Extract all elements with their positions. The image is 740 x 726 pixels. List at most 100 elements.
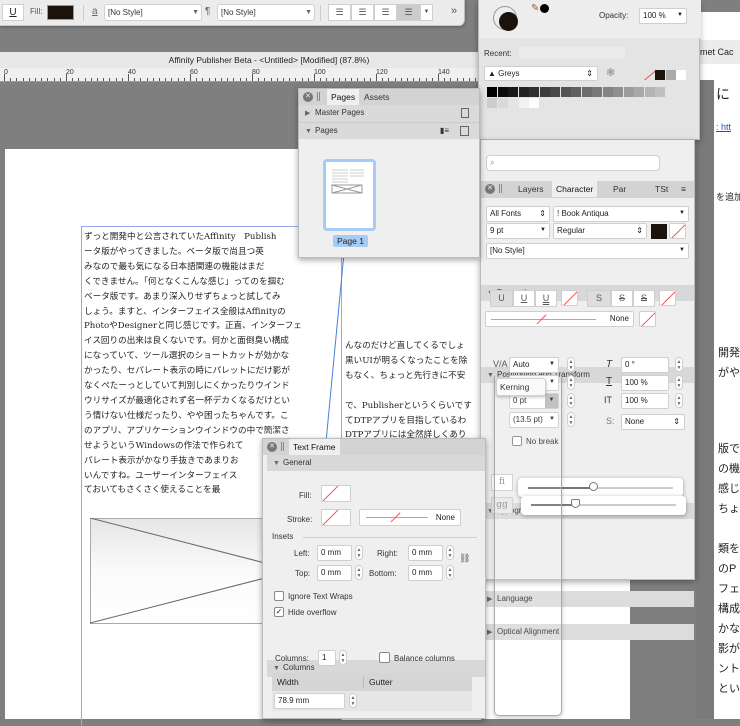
pages-section[interactable]: ▼ Pages ▮≡	[299, 122, 479, 139]
fill-none-swatch[interactable]	[321, 485, 351, 502]
swatch-grey[interactable]	[666, 70, 676, 80]
text-background-none-swatch[interactable]	[669, 223, 686, 239]
tab-text-styles[interactable]: TSt	[651, 181, 672, 197]
skew-stepper[interactable]: ▲ ▼	[675, 357, 683, 372]
strike-color-none[interactable]	[659, 290, 676, 306]
tab-character[interactable]: Character	[552, 181, 598, 197]
strike-off-button[interactable]: S	[587, 290, 611, 307]
grey-swatch[interactable]	[539, 87, 550, 97]
strike-double-button[interactable]: S	[633, 290, 655, 307]
alignment-dropdown[interactable]: ▼	[420, 4, 433, 21]
script-select[interactable]: None ⇕	[621, 414, 685, 430]
grey-swatch[interactable]	[497, 98, 508, 108]
skew-input[interactable]: 0 °	[621, 357, 669, 373]
swatch-white[interactable]	[676, 70, 686, 80]
hide-overflow-checkbox[interactable]: ✓	[274, 607, 284, 617]
page-label[interactable]: Page 1	[333, 235, 368, 247]
horizontal-scale-stepper[interactable]: ▲ ▼	[675, 393, 683, 408]
fill-swatch[interactable]	[47, 5, 74, 20]
tracking-stepper[interactable]: ▲ ▼	[567, 357, 575, 372]
vertical-scale-stepper[interactable]: ▲ ▼	[675, 375, 683, 390]
font-collection-select[interactable]: All Fonts ⇕	[486, 206, 550, 222]
decoration-line-style[interactable]: None	[485, 311, 634, 327]
general-section[interactable]: ▼ General	[267, 455, 485, 471]
top-inset-stepper[interactable]: ▲ ▼	[355, 565, 363, 580]
swatch-black[interactable]	[655, 70, 665, 80]
stroke-style[interactable]: None	[359, 509, 461, 526]
slider-knob[interactable]	[570, 499, 580, 508]
grey-swatch[interactable]	[529, 87, 539, 97]
grey-swatch[interactable]	[497, 87, 508, 97]
columns-stepper[interactable]: ▲ ▼	[339, 650, 347, 665]
grey-swatch[interactable]	[518, 87, 529, 97]
grey-swatch[interactable]	[487, 98, 497, 108]
page-options-icon[interactable]: ▮≡	[440, 123, 449, 139]
tab-paragraph[interactable]: Par	[609, 181, 630, 197]
close-icon[interactable]: ✕	[267, 442, 277, 452]
slider-knob[interactable]	[589, 482, 599, 491]
eyedropper-icon[interactable]: ✎	[531, 3, 539, 14]
page-thumbnail[interactable]	[323, 159, 376, 231]
grey-swatch[interactable]	[613, 87, 623, 97]
vertical-scale-input[interactable]: 100 %	[621, 375, 669, 391]
grey-swatch[interactable]	[560, 87, 571, 97]
grey-swatch[interactable]	[655, 87, 665, 97]
panel-menu-icon[interactable]: ≡	[677, 181, 690, 197]
horizontal-scale-input[interactable]: 100 %	[621, 393, 669, 409]
ignore-text-wraps-checkbox[interactable]	[274, 591, 284, 601]
grey-swatch[interactable]	[644, 87, 655, 97]
fill-color-circle[interactable]	[499, 12, 518, 31]
link[interactable]: : htt	[716, 122, 731, 132]
palette-options-icon[interactable]: ❃	[606, 66, 615, 79]
character-style-select[interactable]: [No Style] ▼	[486, 243, 689, 259]
palette-select[interactable]: ▲ Greys ⇕	[484, 66, 598, 81]
grey-swatch[interactable]	[508, 87, 518, 97]
grey-swatch[interactable]	[571, 87, 581, 97]
tracking-select[interactable]: Auto ▼	[509, 357, 559, 373]
grip-icon[interactable]	[281, 442, 284, 451]
tab-pages[interactable]: Pages	[327, 89, 360, 105]
column-width-stepper[interactable]: ▲ ▼	[349, 693, 357, 708]
align-right-button[interactable]: ☰	[374, 4, 397, 21]
scrollbar[interactable]	[696, 80, 714, 719]
right-inset-stepper[interactable]: ▲ ▼	[446, 545, 454, 560]
columns-input[interactable]: 1	[318, 650, 336, 666]
grip-icon[interactable]	[317, 92, 320, 101]
text-fill-swatch[interactable]	[651, 224, 667, 239]
none-swatch[interactable]	[644, 70, 655, 80]
tab-text-frame[interactable]: Text Frame	[289, 439, 340, 455]
opacity-select[interactable]: 100 % ▼	[639, 8, 687, 24]
bottom-inset-stepper[interactable]: ▲ ▼	[446, 565, 454, 580]
column-width-input[interactable]: 78.9 mm	[274, 693, 345, 709]
paragraph-style-select[interactable]: [No Style] ▼	[217, 4, 315, 21]
right-inset-input[interactable]: 0 mm	[408, 545, 443, 561]
stroke-none-swatch[interactable]	[321, 509, 351, 526]
align-left-button[interactable]: ☰	[328, 4, 351, 21]
left-inset-stepper[interactable]: ▲ ▼	[355, 545, 363, 560]
font-size-select[interactable]: 9 pt ▼	[486, 223, 550, 239]
grey-swatch[interactable]	[602, 87, 613, 97]
kerning-stepper[interactable]: ▲ ▼	[567, 375, 575, 390]
search-input[interactable]: ⌕	[486, 155, 660, 171]
grey-swatch[interactable]	[634, 87, 644, 97]
link-insets-icon[interactable]: ⛓	[459, 553, 470, 564]
master-pages-section[interactable]: ▶ Master Pages	[299, 105, 479, 122]
justify-button[interactable]: ☰	[397, 4, 420, 21]
font-family-select[interactable]: ! Book Antiqua ▼	[553, 206, 689, 222]
baseline-stepper[interactable]: ▲ ▼	[567, 393, 575, 408]
grey-swatch[interactable]	[623, 87, 634, 97]
more-button[interactable]: »	[451, 5, 457, 17]
decoration-line-color-none[interactable]	[639, 311, 656, 327]
bottom-inset-input[interactable]: 0 mm	[408, 565, 443, 581]
tab-assets[interactable]: Assets	[360, 89, 394, 105]
grey-swatch[interactable]	[487, 87, 497, 97]
grey-swatch[interactable]	[518, 98, 529, 108]
horizontal-ruler[interactable]: 0 20 40 60 80 100 120 140	[0, 68, 478, 82]
grey-swatch[interactable]	[581, 87, 592, 97]
tab-layers[interactable]: Layers	[514, 181, 548, 197]
character-style-select[interactable]: [No Style] ▼	[104, 4, 202, 21]
font-weight-select[interactable]: Regular ⇕	[553, 223, 647, 239]
grey-swatch[interactable]	[550, 87, 560, 97]
add-page-icon[interactable]	[460, 126, 469, 136]
top-inset-input[interactable]: 0 mm	[317, 565, 352, 581]
